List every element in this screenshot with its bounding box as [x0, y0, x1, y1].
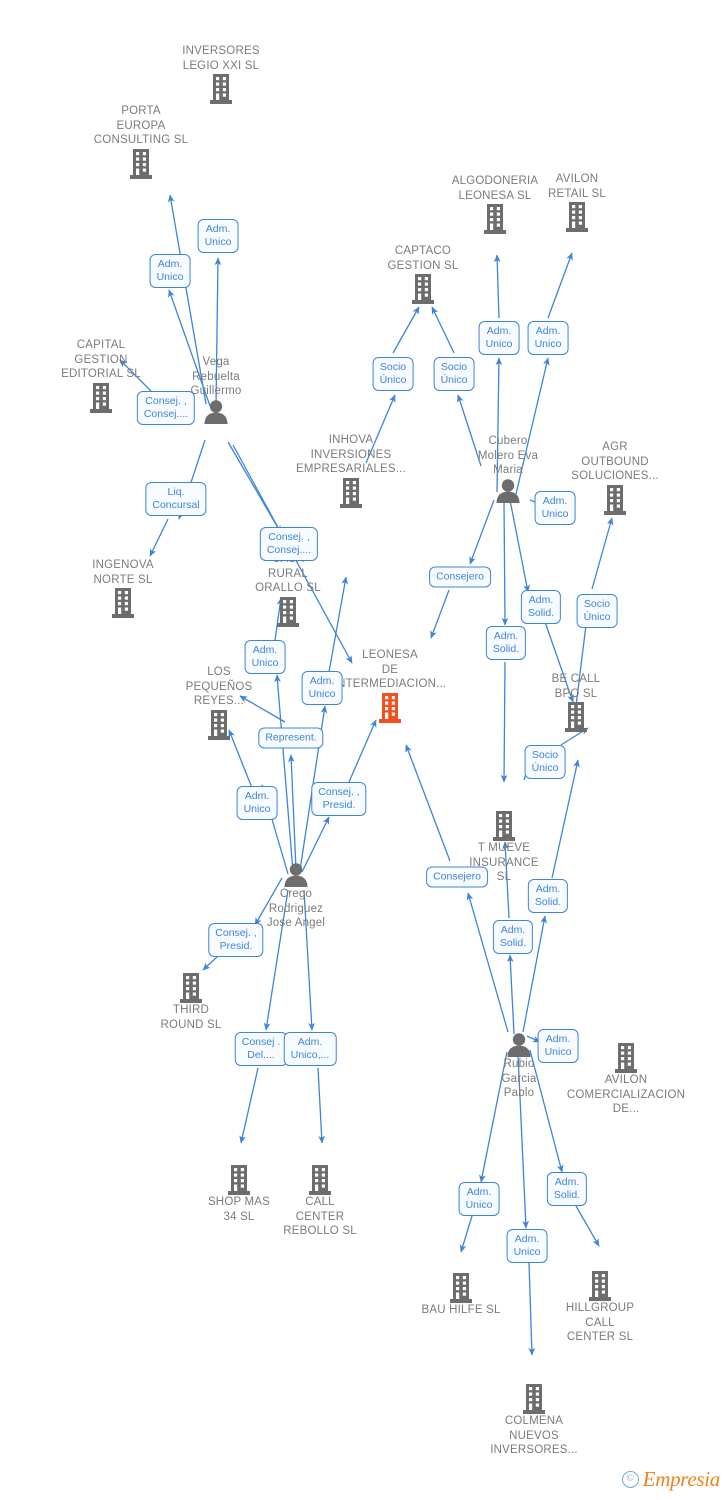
edge-label-e16[interactable]: Socio Único	[524, 745, 566, 779]
node-avilon_retail[interactable]: AVILON RETAIL SL	[507, 172, 647, 233]
edge-label-e10[interactable]: Adm. Unico	[527, 321, 569, 355]
edge-label-e29[interactable]: Adm. Unico	[458, 1182, 500, 1216]
edge-line	[239, 1067, 259, 1144]
edge-label-e17[interactable]: Adm. Unico	[236, 786, 278, 820]
node-captaco[interactable]: CAPTACO GESTION SL	[353, 244, 493, 305]
node-label: AVILON RETAIL SL	[547, 173, 607, 200]
edge-line	[500, 661, 508, 783]
node-third_round[interactable]: THIRD ROUND SL	[121, 972, 261, 1032]
person-icon	[226, 863, 366, 887]
node-label: CAPTACO GESTION SL	[387, 245, 459, 272]
building-icon	[353, 274, 493, 305]
edge-label-e15[interactable]: Socio Único	[576, 594, 618, 628]
building-icon	[464, 1384, 604, 1414]
edge-line	[466, 892, 509, 1033]
edge-label-e9[interactable]: Adm. Unico	[478, 321, 520, 355]
node-label: HILLGROUP CALL CENTER SL	[565, 1302, 635, 1344]
node-label: INVERSORES LEGIO XXI SL	[182, 45, 260, 72]
edge-line	[493, 254, 501, 319]
edge-label-e27[interactable]: Adm. Solid.	[527, 879, 569, 913]
edge-label-e20[interactable]: Adm. Unico	[301, 671, 343, 705]
node-inversores_legio[interactable]: INVERSORES LEGIO XXI SL	[151, 44, 291, 105]
building-icon	[281, 477, 421, 508]
building-icon	[530, 1271, 670, 1301]
edge-label-e25[interactable]: Consejero	[426, 866, 488, 888]
node-label: BE CALL BPO SL	[551, 673, 601, 700]
node-porta_europa[interactable]: PORTA EUROPA CONSULTING SL	[71, 104, 211, 179]
node-be_call_bpo[interactable]: BE CALL BPO SL	[506, 672, 646, 733]
relationship-diagram: INVERSORES LEGIO XXI SL PORTA EUROPA CONS…	[0, 0, 728, 1500]
edge-line	[575, 1205, 600, 1247]
node-label: BAU HILFE SL	[421, 1304, 501, 1316]
building-icon	[151, 74, 291, 105]
node-label: AGR OUTBOUND SOLUCIONES...	[571, 441, 659, 483]
node-label: INHOVA INVERSIONES EMPRESARIALES...	[296, 434, 406, 476]
edge-label-e12[interactable]: Adm. Solid.	[520, 590, 562, 624]
edge-label-e31[interactable]: Adm. Solid.	[546, 1172, 588, 1206]
edge-label-e4[interactable]: Liq. Concursal	[145, 482, 207, 516]
edge-line	[469, 499, 495, 565]
node-colmena[interactable]: COLMENA NUEVOS INVERSORES...	[464, 1383, 604, 1458]
building-icon	[250, 1165, 390, 1195]
edge-label-e5[interactable]: Consej. , Consej....	[259, 527, 319, 561]
edge-label-e30[interactable]: Adm. Unico	[506, 1229, 548, 1263]
edge-line	[149, 518, 169, 557]
building-icon	[391, 1273, 531, 1303]
building-icon	[434, 811, 574, 841]
node-ingenova[interactable]: INGENOVA NORTE SL	[53, 558, 193, 619]
edge-label-e19[interactable]: Consej. , Presid.	[311, 782, 367, 816]
edge-line	[317, 1067, 325, 1144]
node-crego[interactable]: Crego Rodriguez Jose Angel	[226, 862, 366, 931]
node-inhova[interactable]: INHOVA INVERSIONES EMPRESARIALES...	[281, 433, 421, 508]
building-icon	[507, 202, 647, 233]
edge-line	[459, 1215, 473, 1253]
edge-label-e22[interactable]: Consej. , Presid.	[208, 923, 264, 957]
edge-line	[392, 306, 420, 354]
edge-line	[348, 719, 377, 783]
edge-label-e13[interactable]: Adm. Solid.	[485, 626, 527, 660]
edge-line	[591, 517, 614, 590]
brand-label: Empresia	[642, 1467, 721, 1491]
node-label: CALL CENTER REBOLLO SL	[283, 1196, 357, 1238]
edge-label-e11[interactable]: Consejero	[429, 566, 491, 588]
node-label: PORTA EUROPA CONSULTING SL	[93, 105, 189, 147]
edge-label-e28[interactable]: Adm. Unico	[537, 1029, 579, 1063]
edge-line	[227, 441, 282, 534]
edge-label-e23[interactable]: Consej . Del....	[234, 1032, 288, 1066]
edge-line	[430, 589, 450, 639]
node-call_center_reb[interactable]: CALL CENTER REBOLLO SL	[250, 1164, 390, 1239]
node-hillgroup[interactable]: HILLGROUP CALL CENTER SL	[530, 1270, 670, 1345]
node-label: INGENOVA NORTE SL	[92, 559, 154, 586]
edge-label-e1[interactable]: Adm. Unico	[197, 219, 239, 253]
edge-line	[547, 252, 573, 319]
edge-line	[202, 954, 220, 971]
edge-label-e8[interactable]: Socio Único	[433, 357, 475, 391]
edge-label-e7[interactable]: Socio Único	[372, 357, 414, 391]
copyright-icon: ©	[621, 1471, 639, 1488]
node-bau_hilfe[interactable]: BAU HILFE SL	[391, 1272, 531, 1318]
edge-label-e21[interactable]: Represent.	[258, 727, 324, 749]
edge-line	[506, 954, 515, 1035]
building-icon	[53, 588, 193, 619]
building-icon	[121, 973, 261, 1003]
edge-line	[501, 499, 509, 626]
node-label: THIRD ROUND SL	[160, 1004, 222, 1031]
edge-label-e3[interactable]: Consej. , Consej....	[136, 391, 196, 425]
edge-line	[431, 306, 455, 354]
node-casa_rural[interactable]: CASA RURAL ORALLO SL	[218, 552, 358, 627]
edge-label-e24[interactable]: Adm. Unico,...	[283, 1032, 337, 1066]
building-icon	[218, 596, 358, 627]
edge-label-e14[interactable]: Adm. Unico	[534, 491, 576, 525]
node-label: AVILON COMERCIALIZACION DE...	[566, 1074, 686, 1116]
edge-label-e26[interactable]: Adm. Solid.	[492, 920, 534, 954]
empresia-watermark: © Empresia	[621, 1467, 721, 1492]
edge-line	[287, 754, 297, 871]
edge-line	[509, 499, 530, 593]
node-label: COLMENA NUEVOS INVERSORES...	[490, 1415, 578, 1457]
edge-label-e18[interactable]: Adm. Unico	[244, 640, 286, 674]
building-icon	[506, 702, 646, 733]
building-icon	[71, 148, 211, 179]
edge-label-e2[interactable]: Adm. Unico	[149, 254, 191, 288]
